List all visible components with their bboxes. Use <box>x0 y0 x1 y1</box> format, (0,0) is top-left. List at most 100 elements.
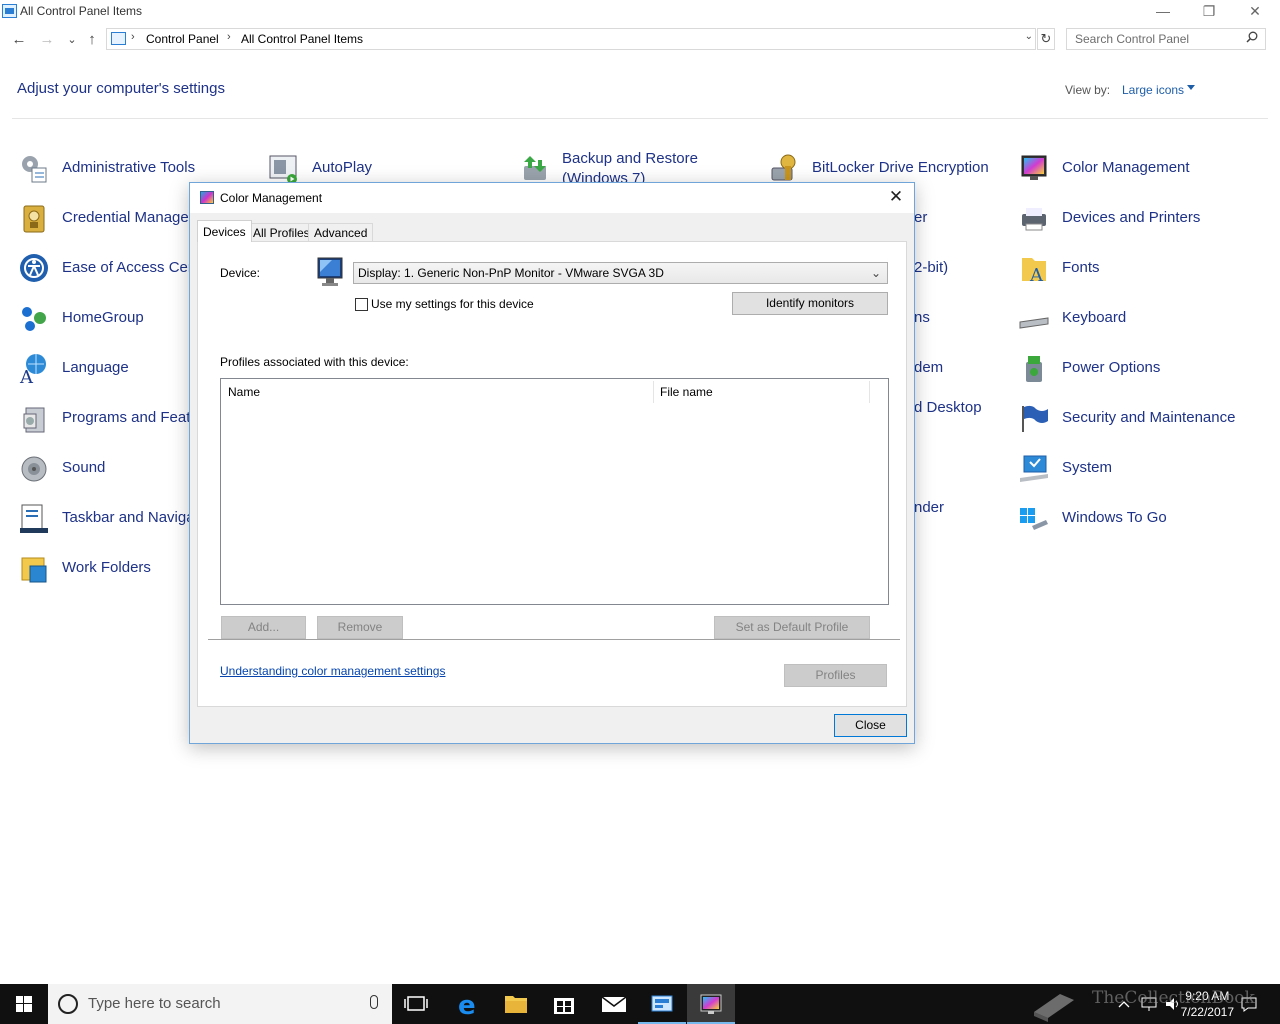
refresh-button[interactable]: ↻ <box>1037 28 1055 50</box>
svg-text:e: e <box>458 991 476 1021</box>
minimize-button[interactable]: — <box>1140 0 1186 24</box>
watermark-text: TheCollectionBook <box>1092 988 1255 1008</box>
tab-devices[interactable]: Devices <box>197 220 252 242</box>
taskbar-store[interactable] <box>540 984 588 1024</box>
mail-icon <box>601 996 627 1012</box>
security-flag-icon <box>1022 405 1048 432</box>
cp-item-keyboard[interactable]: Keyboard <box>1018 300 1258 340</box>
header-divider <box>12 118 1268 119</box>
taskbar-search-box[interactable]: Type here to search <box>48 984 392 1024</box>
taskbar-color-management[interactable] <box>687 984 735 1024</box>
column-divider[interactable] <box>653 381 654 403</box>
cp-item-label: Devices and Printers <box>1062 209 1201 226</box>
column-divider[interactable] <box>869 381 870 403</box>
profiles-button[interactable]: Profiles <box>784 664 887 687</box>
dialog-close-button[interactable]: ✕ <box>886 187 906 207</box>
cp-item-partial-label[interactable]: er <box>914 209 927 226</box>
add-profile-button[interactable]: Add... <box>221 616 306 639</box>
address-dropdown[interactable]: ⌄ <box>1025 31 1033 42</box>
use-my-settings-checkbox[interactable] <box>355 298 368 311</box>
close-dialog-button[interactable]: Close <box>834 714 907 737</box>
cp-item-homegroup[interactable]: HomeGroup <box>18 300 190 340</box>
admin-tools-icon <box>22 156 47 183</box>
cp-item-label: Keyboard <box>1062 309 1127 326</box>
breadcrumb-control-panel[interactable]: Control Panel <box>146 32 219 46</box>
column-header-file-name[interactable]: File name <box>660 385 713 399</box>
color-management-dialog: Color Management ✕ Devices All Profiles … <box>189 182 915 744</box>
edge-icon: e <box>458 991 476 1021</box>
remove-profile-button[interactable]: Remove <box>317 616 403 639</box>
cp-item-taskbar-navigation[interactable]: Taskbar and Navigation <box>18 500 190 540</box>
breadcrumb-all-items[interactable]: All Control Panel Items <box>241 32 363 46</box>
view-by-label: View by: <box>1065 83 1111 97</box>
cp-item-label: Administrative Tools <box>62 159 196 176</box>
cp-item-system[interactable]: System <box>1018 450 1258 490</box>
device-label: Device: <box>220 266 261 280</box>
identify-monitors-button[interactable]: Identify monitors <box>732 292 888 315</box>
search-icon[interactable] <box>1246 31 1258 43</box>
device-dropdown[interactable]: Display: 1. Generic Non-PnP Monitor - VM… <box>353 262 888 284</box>
up-button[interactable]: ↑ <box>82 30 102 50</box>
task-view-button[interactable] <box>392 984 440 1024</box>
cp-item-devices-printers[interactable]: Devices and Printers <box>1018 200 1258 240</box>
cp-item-label: Security and Maintenance <box>1062 409 1236 426</box>
control-panel-icon <box>111 32 126 45</box>
chevron-down-icon[interactable]: ⌄ <box>871 266 881 280</box>
microphone-icon[interactable] <box>370 995 378 1009</box>
cp-item-label: Language <box>62 359 129 376</box>
cp-item-backup-restore[interactable]: Backup and Restore (Windows 7) <box>518 150 758 182</box>
cp-item-programs-features[interactable]: Programs and Features <box>18 400 190 440</box>
understanding-color-management-link[interactable]: Understanding color management settings <box>220 664 445 678</box>
cp-item-power-options[interactable]: Power Options <box>1018 350 1258 390</box>
cp-item-language[interactable]: A Language <box>18 350 190 390</box>
cp-item-sound[interactable]: Sound <box>18 450 190 490</box>
breadcrumb-separator[interactable]: › <box>131 31 135 43</box>
cp-item-partial-label[interactable]: ns <box>914 309 930 326</box>
tab-advanced[interactable]: Advanced <box>308 223 374 242</box>
profiles-label: Profiles associated with this device: <box>220 355 409 369</box>
search-input[interactable] <box>1066 28 1266 50</box>
breadcrumb-separator[interactable]: › <box>227 31 231 43</box>
cp-item-partial-label[interactable]: nder <box>914 499 944 516</box>
cp-item-credential-manager[interactable]: Credential Manager <box>18 200 190 240</box>
taskbar-mail[interactable] <box>590 984 638 1024</box>
profiles-list[interactable]: Name File name <box>220 378 889 605</box>
taskbar-control-panel[interactable] <box>638 984 686 1024</box>
cp-item-label: Ease of Access Center <box>62 259 190 276</box>
cp-item-security-maintenance[interactable]: Security and Maintenance <box>1018 400 1268 440</box>
cp-item-color-management[interactable]: Color Management <box>1018 150 1258 190</box>
forward-button[interactable]: → <box>37 30 57 50</box>
back-button[interactable]: ← <box>9 30 29 50</box>
use-my-settings-label[interactable]: Use my settings for this device <box>371 297 534 311</box>
device-dropdown-value: Display: 1. Generic Non-PnP Monitor - VM… <box>358 266 664 280</box>
recent-locations-button[interactable]: ⌄ <box>62 30 82 50</box>
cp-item-fonts[interactable]: A Fonts <box>1018 250 1258 290</box>
page-title: Adjust your computer's settings <box>17 80 225 97</box>
column-header-name[interactable]: Name <box>228 385 260 399</box>
caret-down-icon[interactable] <box>1187 85 1195 90</box>
set-default-profile-button[interactable]: Set as Default Profile <box>714 616 870 639</box>
control-panel-icon <box>651 995 673 1012</box>
view-by-dropdown[interactable]: Large icons <box>1122 83 1184 97</box>
taskbar-edge[interactable]: e <box>443 984 491 1024</box>
start-button[interactable] <box>0 984 48 1024</box>
restore-button[interactable]: ❐ <box>1186 0 1232 24</box>
cp-item-work-folders[interactable]: Work Folders <box>18 550 190 590</box>
address-bar[interactable]: › Control Panel › All Control Panel Item… <box>106 28 1036 50</box>
work-folders-icon <box>21 557 47 583</box>
cp-item-partial-label[interactable]: d Desktop <box>914 399 982 416</box>
cp-item-label: Backup and Restore (Windows 7) <box>562 150 698 182</box>
cp-item-ease-of-access[interactable]: Ease of Access Center <box>18 250 190 290</box>
cp-item-windows-to-go[interactable]: Windows To Go <box>1018 500 1258 540</box>
devices-tab-panel: Device: Display: 1. Generic Non-PnP Moni… <box>197 241 907 707</box>
cp-item-partial-label[interactable]: 2-bit) <box>914 259 948 276</box>
cp-item-label: Sound <box>62 459 106 476</box>
tab-all-profiles[interactable]: All Profiles <box>247 223 316 242</box>
cortana-icon <box>58 994 78 1014</box>
cp-item-partial-label[interactable]: dem <box>914 359 943 376</box>
backup-icon <box>524 156 546 180</box>
cp-item-label: Credential Manager <box>62 209 190 226</box>
close-window-button[interactable]: ✕ <box>1232 0 1278 24</box>
dialog-title-bar[interactable]: Color Management ✕ <box>190 183 914 213</box>
taskbar-file-explorer[interactable] <box>492 984 540 1024</box>
